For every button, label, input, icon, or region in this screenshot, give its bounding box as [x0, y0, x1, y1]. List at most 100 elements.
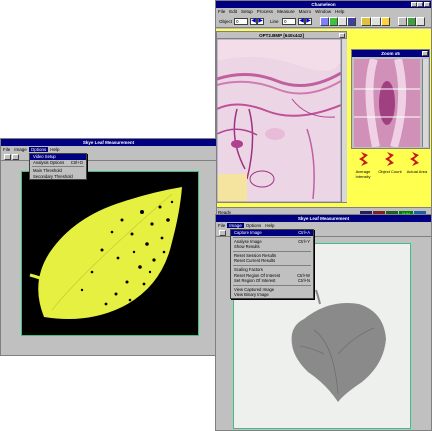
chameleon-window: Chameleon File Edit Setup Process Measure Mac…: [215, 0, 432, 220]
tool-camera-icon[interactable]: [347, 17, 356, 26]
menu-help[interactable]: Help: [263, 223, 276, 228]
menu-item-shortcut: Ctrl+A: [298, 230, 310, 235]
leaf-window-right: Skye Leaf Measurement File Image Options He…: [215, 214, 432, 431]
leaf-left-title: Skye Leaf Measurement: [82, 140, 135, 145]
image-window-title: OPT2.BMP [640x442]: [259, 33, 304, 38]
tool-grid-icon[interactable]: [338, 17, 347, 26]
menu-item-shortcut: Ctrl+O: [70, 159, 83, 165]
menu-measure[interactable]: Measure: [275, 9, 297, 14]
chameleon-menubar: File Edit Setup Process Measure Macro Window He…: [216, 8, 431, 15]
menu-image[interactable]: Image: [227, 223, 244, 228]
menu-setup[interactable]: Setup: [239, 9, 255, 14]
capture-button[interactable]: [219, 230, 226, 236]
menu-edit[interactable]: Edit: [227, 9, 239, 14]
menu-item-view-binary-image[interactable]: View Binary Image: [231, 292, 313, 298]
menu-separator: [233, 264, 311, 266]
object-label: Object: [219, 19, 233, 24]
menu-item-label: Analysis Options: [33, 159, 65, 165]
menu-item-label: Set Region Of Interest: [234, 278, 276, 284]
object-count-label: Object Count: [378, 169, 402, 174]
menu-item-reset-current-results[interactable]: Reset Current Results: [231, 258, 313, 264]
menu-item-label: Secondary Threshold: [33, 173, 73, 179]
capture-button[interactable]: [4, 154, 11, 160]
menu-help[interactable]: Help: [48, 147, 61, 152]
chameleon-workspace: OPT2.BMP [640x442] Zoom x5 Average Inten…: [216, 29, 431, 207]
actual-area-label: Actual Area: [406, 169, 428, 174]
menu-options[interactable]: Options: [244, 223, 264, 228]
menu-item-secondary-threshold[interactable]: Secondary Threshold: [30, 174, 86, 180]
analyse-button[interactable]: [12, 154, 19, 160]
average-intensity-label: Average Intensity: [355, 169, 371, 179]
zoom-window-title: Zoom x5: [381, 51, 400, 56]
zoom-window-titlebar: Zoom x5: [352, 50, 429, 57]
zoom-window: Zoom x5: [351, 49, 430, 149]
menu-file[interactable]: File: [216, 9, 227, 14]
chameleon-toolbar: Object 0 ◀ ▶ Line 0 ◀ ▶: [216, 15, 431, 28]
menu-help[interactable]: Help: [333, 9, 346, 14]
menu-separator: [32, 166, 84, 168]
line-next-icon[interactable]: ▶: [305, 18, 312, 25]
menu-item-label: View Binary Image: [234, 292, 269, 298]
tool-help-icon[interactable]: [381, 17, 390, 26]
object-field[interactable]: 0: [234, 18, 248, 25]
leaf-left-menubar: File Image Options Help: [1, 146, 216, 153]
image-window-close-button[interactable]: [339, 33, 345, 38]
menu-item-shortcut: Ctrl+Y: [298, 238, 310, 244]
leaf-window-left: Skye Leaf Measurement File Image Options He…: [0, 138, 217, 356]
image-window: OPT2.BMP [640x442]: [216, 31, 347, 203]
close-button[interactable]: [424, 2, 430, 7]
menu-image[interactable]: Image: [12, 147, 29, 152]
actual-area-icon[interactable]: [409, 151, 421, 167]
object-count-icon[interactable]: [384, 151, 396, 167]
menu-item-capture-image[interactable]: Capture Image Ctrl+A: [231, 230, 313, 236]
average-intensity-icon[interactable]: [358, 151, 370, 167]
tool-measure-icon[interactable]: [361, 17, 371, 26]
menu-item-label: Capture Image: [234, 230, 262, 235]
line-label: Line: [270, 19, 279, 24]
image-menu-list: Capture Image Ctrl+A Analyse Image Ctrl+Y …: [230, 229, 314, 299]
tool-calc-icon[interactable]: [398, 17, 407, 26]
leaf-left-titlebar: Skye Leaf Measurement: [1, 139, 216, 146]
maximize-button[interactable]: [417, 2, 423, 7]
menu-separator: [233, 284, 311, 286]
options-menu-list: Video Setup Analysis Options Ctrl+O Main …: [29, 153, 87, 181]
chameleon-title: Chameleon: [311, 2, 336, 7]
object-next-icon[interactable]: ▶: [257, 18, 264, 25]
zoom-image: [354, 59, 420, 147]
menu-file[interactable]: File: [216, 223, 227, 228]
tool-profile-icon[interactable]: [329, 17, 338, 26]
binary-leaf-image: [22, 172, 198, 335]
menu-process[interactable]: Process: [255, 9, 275, 14]
image-dropdown-menu: Capture Image Ctrl+A Analyse Image Ctrl+Y …: [230, 229, 314, 299]
menu-item-label: Show Results: [234, 244, 260, 250]
line-field[interactable]: 0: [282, 18, 296, 25]
object-prev-icon[interactable]: ◀: [250, 18, 257, 25]
histology-image: [217, 39, 341, 202]
image-window-titlebar: OPT2.BMP [640x442]: [217, 32, 346, 39]
menu-separator: [233, 236, 311, 238]
menu-options[interactable]: Options: [28, 147, 49, 152]
tool-map-icon[interactable]: [371, 17, 381, 26]
leaf-right-menubar: File Image Options Help: [216, 222, 431, 229]
menu-item-analysis-options[interactable]: Analysis Options Ctrl+O: [30, 160, 86, 166]
menu-macro[interactable]: Macro: [297, 9, 314, 14]
tool-plot-icon[interactable]: [407, 17, 416, 26]
menu-item-label: Reset Current Results: [234, 258, 276, 264]
menu-window[interactable]: Window: [313, 9, 333, 14]
leaf-right-title: Skye Leaf Measurement: [297, 216, 350, 221]
tool-stack-icon[interactable]: [416, 17, 425, 26]
menu-item-shortcut: Ctrl+N: [298, 278, 310, 284]
zoom-window-vscrollbar[interactable]: [422, 59, 428, 147]
leaf-left-canvas-frame: [21, 171, 199, 336]
menu-item-set-roi[interactable]: Set Region Of Interest Ctrl+N: [231, 278, 313, 284]
leaf-right-titlebar: Skye Leaf Measurement: [216, 215, 431, 222]
tool-histogram-icon[interactable]: [320, 17, 329, 26]
chameleon-titlebar: Chameleon: [216, 1, 431, 8]
zoom-window-close-button[interactable]: [422, 51, 428, 56]
image-window-vscrollbar[interactable]: [341, 39, 347, 202]
menu-separator: [233, 250, 311, 252]
menu-item-show-results[interactable]: Show Results: [231, 244, 313, 250]
line-prev-icon[interactable]: ◀: [298, 18, 305, 25]
options-dropdown-menu: Video Setup Analysis Options Ctrl+O Main …: [29, 153, 87, 181]
menu-file[interactable]: File: [1, 147, 12, 152]
